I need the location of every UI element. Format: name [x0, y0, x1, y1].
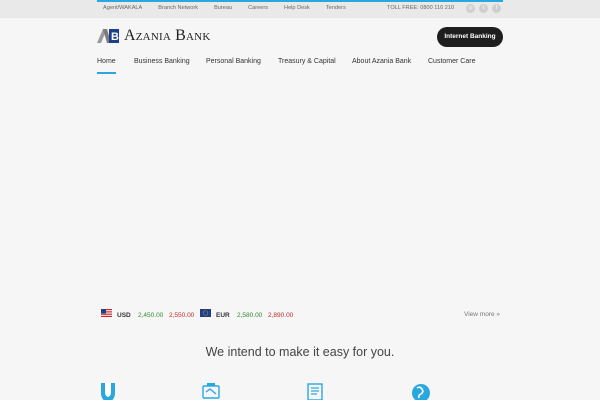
nav-about-azania-bank[interactable]: About Azania Bank [352, 58, 411, 65]
top-link-branch-network[interactable]: Branch Network [158, 5, 198, 11]
top-link-bureau[interactable]: Bureau [214, 5, 232, 11]
us-flag-icon [101, 309, 112, 317]
globe-icon[interactable] [411, 383, 431, 400]
usd-sell-rate: 2,550.00 [169, 312, 195, 319]
nav-personal-banking[interactable]: Personal Banking [206, 58, 261, 65]
facebook-icon[interactable]: f [492, 4, 501, 13]
top-link-tenders[interactable]: Tenders [326, 5, 346, 11]
twitter-icon[interactable]: t [479, 4, 488, 13]
nav-active-indicator [97, 72, 116, 74]
tollfree-number: TOLL FREE: 0800 110 210 [387, 5, 455, 11]
top-link-careers[interactable]: Careers [248, 5, 268, 11]
nav-customer-care[interactable]: Customer Care [428, 58, 475, 65]
document-icon[interactable] [305, 383, 325, 400]
view-more-link[interactable]: View more » [464, 311, 500, 318]
nav-business-banking[interactable]: Business Banking [134, 58, 190, 65]
currency-code-eur: EUR [216, 312, 230, 319]
shield-icon[interactable] [98, 383, 118, 400]
svg-text:B: B [111, 31, 119, 43]
eur-sell-rate: 2,890.00 [268, 312, 294, 319]
top-link-help-desk[interactable]: Help Desk [284, 5, 310, 11]
eu-flag-icon [200, 309, 211, 317]
usd-buy-rate: 2,450.00 [138, 312, 164, 319]
handshake-icon[interactable] [201, 383, 221, 400]
nav-home[interactable]: Home [97, 58, 116, 65]
top-links: Agent/WAKALA Branch Network Bureau Caree… [103, 5, 362, 11]
nav-treasury-capital[interactable]: Treasury & Capital [278, 58, 336, 65]
top-link-agent[interactable]: Agent/WAKALA [103, 5, 142, 11]
top-accent-line [97, 0, 503, 2]
instagram-icon[interactable]: ◎ [466, 4, 475, 13]
tagline: We intend to make it easy for you. [205, 345, 395, 359]
eur-buy-rate: 2,580.00 [237, 312, 263, 319]
logo-mark-icon[interactable]: B [97, 28, 122, 44]
logo-text[interactable]: Azania Bank [124, 27, 210, 45]
internet-banking-button[interactable]: Internet Banking [437, 27, 503, 47]
currency-code-usd: USD [117, 312, 131, 319]
